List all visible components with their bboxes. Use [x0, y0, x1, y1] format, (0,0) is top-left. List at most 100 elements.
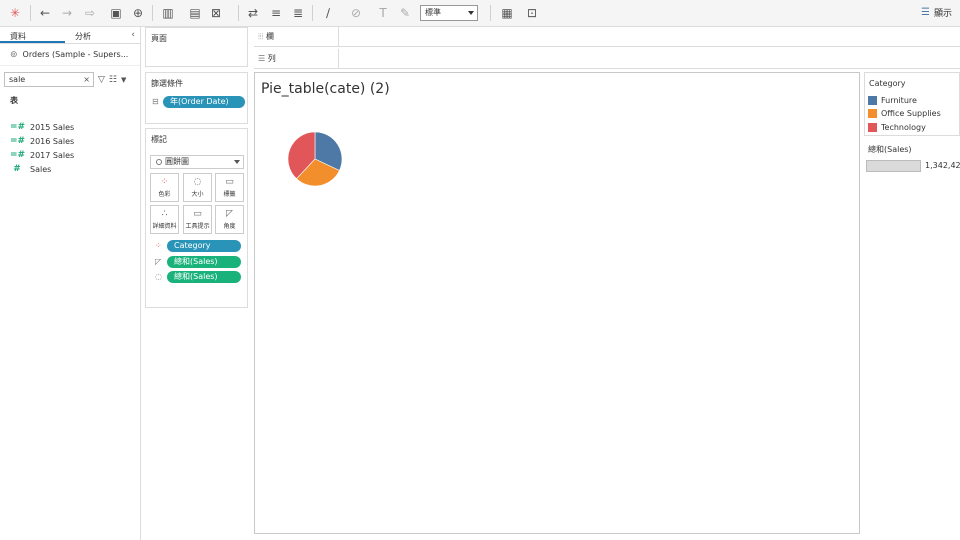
section-label: 表 — [10, 96, 18, 105]
legend-item[interactable]: Furniture — [868, 96, 917, 105]
legend-item[interactable]: Technology — [868, 123, 926, 132]
toolbar-separator — [30, 5, 31, 21]
group-icon[interactable]: ⊘ — [348, 5, 364, 21]
clear-sheet-icon[interactable]: ⊠ — [208, 5, 224, 21]
filter-pill-order-date[interactable]: 年(Order Date) — [163, 96, 245, 108]
pie-chart[interactable] — [287, 131, 343, 187]
clear-icon[interactable]: × — [83, 73, 90, 86]
label-icon[interactable]: T — [375, 5, 391, 21]
size-button[interactable]: ◌ 大小 — [183, 173, 212, 202]
field-item[interactable]: =# 2017 Sales — [10, 148, 74, 162]
fix-axes-icon[interactable]: ✎ — [397, 5, 413, 21]
columns-label: 欄 — [265, 32, 274, 41]
save-icon[interactable]: ▣ — [108, 5, 124, 21]
mark-type-value: 圓餅圖 — [165, 157, 189, 166]
sort-descending-icon[interactable]: ≣ — [290, 5, 306, 21]
tooltip-icon: ▭ — [193, 209, 202, 219]
angle-button-label: 角度 — [223, 223, 236, 230]
pie-mark-icon — [156, 159, 162, 165]
undo-icon[interactable]: ← — [37, 5, 53, 21]
presentation-icon[interactable]: ⊡ — [524, 5, 540, 21]
pill-sum-sales-angle[interactable]: 總和(Sales) — [167, 256, 241, 268]
field-list: =# 2015 Sales =# 2016 Sales =# 2017 Sale… — [10, 120, 74, 176]
marks-card: 標記 圓餅圖 ⁘ 色彩 ◌ 大小 ▭ 標籤 ∴ 詳細資料 ▭ 工具提示 ◸ 角度… — [145, 128, 248, 308]
field-label: 2016 Sales — [30, 136, 75, 146]
field-label: Sales — [30, 164, 52, 174]
pill-category[interactable]: Category — [167, 240, 241, 252]
angle-encoding-icon: ◸ — [155, 257, 162, 266]
sort-ascending-icon[interactable]: ≡ — [268, 5, 284, 21]
legend-item-label: Technology — [881, 123, 926, 132]
tab-data[interactable]: 資料 — [0, 27, 65, 43]
label-button[interactable]: ▭ 標籤 — [215, 173, 244, 202]
size-legend-bar — [866, 160, 921, 172]
color-encoding-icon: ⁘ — [155, 241, 162, 250]
new-datasource-icon[interactable]: ⊕ — [130, 5, 146, 21]
chevron-down-icon[interactable]: ▼ — [121, 76, 126, 84]
size-icon: ◌ — [193, 177, 202, 187]
duplicate-icon[interactable]: ▤ — [187, 5, 203, 21]
filters-card[interactable]: 篩選條件 ⊟ 年(Order Date) — [145, 72, 248, 124]
field-label: 2017 Sales — [30, 150, 75, 160]
color-button[interactable]: ⁘ 色彩 — [150, 173, 179, 202]
legend-swatch — [868, 123, 877, 132]
datasource-label: Orders (Sample - Supers... — [22, 50, 129, 59]
highlight-icon[interactable]: ∕ — [320, 5, 336, 21]
detail-icon: ∴ — [161, 209, 168, 219]
size-legend-title: 總和(Sales) — [868, 145, 912, 154]
color-legend: Category Furniture Office Supplies Techn… — [864, 72, 960, 136]
angle-button[interactable]: ◸ 角度 — [215, 205, 244, 234]
color-legend-title: Category — [869, 79, 906, 88]
size-legend-value: 1,342,42 — [925, 161, 960, 170]
legend-swatch — [868, 109, 877, 118]
tooltip-button[interactable]: ▭ 工具提示 — [183, 205, 212, 234]
show-me-icon: ☰ — [921, 7, 930, 18]
measure-icon: =# — [10, 122, 26, 132]
fit-select[interactable]: 標準 — [420, 5, 478, 21]
legend-item-label: Furniture — [881, 96, 917, 105]
datasource-item[interactable]: ⊚ Orders (Sample - Supers... — [0, 44, 140, 66]
pane-tabs: 資料 分析 ‹ — [0, 27, 140, 44]
field-item[interactable]: # Sales — [10, 162, 74, 176]
swap-icon[interactable]: ⇄ — [245, 5, 261, 21]
chevron-down-icon — [234, 160, 240, 164]
shelf-divider — [338, 27, 339, 47]
size-legend: 總和(Sales) 1,342,42 — [864, 138, 960, 176]
search-row: sale × ▽ ☷ ▼ — [4, 72, 126, 87]
measure-icon: =# — [10, 150, 26, 160]
pages-card-title: 頁面 — [151, 34, 167, 43]
search-input[interactable]: sale × — [4, 72, 94, 87]
redo-icon[interactable]: → — [59, 5, 75, 21]
new-worksheet-icon[interactable]: ▥ — [160, 5, 176, 21]
legend-item[interactable]: Office Supplies — [868, 109, 941, 118]
worksheet-view[interactable]: Pie_table(cate) (2) — [254, 72, 860, 534]
show-me-button[interactable]: ☰ 顯示 — [921, 6, 952, 19]
field-item[interactable]: =# 2015 Sales — [10, 120, 74, 134]
pill-sum-sales-size[interactable]: 總和(Sales) — [167, 271, 241, 283]
detail-button-label: 詳細資料 — [152, 223, 177, 230]
pages-card[interactable]: 頁面 — [145, 27, 248, 67]
collapse-pane-icon[interactable]: ‹ — [131, 30, 135, 40]
tab-analytics[interactable]: 分析 — [65, 27, 130, 43]
view-list-icon[interactable]: ☷ — [109, 75, 117, 85]
size-button-label: 大小 — [191, 191, 204, 198]
mark-type-select[interactable]: 圓餅圖 — [150, 155, 244, 169]
rows-shelf-label: ☰ 列 — [258, 53, 338, 64]
marks-card-title: 標記 — [151, 135, 167, 144]
filter-icon[interactable]: ▽ — [98, 75, 105, 85]
field-item[interactable]: =# 2016 Sales — [10, 134, 74, 148]
toolbar-separator — [152, 5, 153, 21]
field-label: 2015 Sales — [30, 122, 75, 132]
replay-icon[interactable]: ⇨ — [80, 5, 100, 21]
toolbar: ✳ ← → ⇨ ▣ ⊕ ▥ ▤ ⊠ ⇄ ≡ ≣ ∕ ⊘ T ✎ 標準 ▦ ⊡ ☰… — [0, 0, 960, 27]
columns-shelf[interactable]: ⦙⦙⦙ 欄 — [254, 27, 960, 47]
shelf-divider — [338, 49, 339, 69]
rows-shelf[interactable]: ☰ 列 — [254, 49, 960, 69]
show-cards-icon[interactable]: ▦ — [497, 5, 517, 21]
date-icon: ⊟ — [152, 97, 159, 106]
detail-button[interactable]: ∴ 詳細資料 — [150, 205, 179, 234]
search-value: sale — [9, 75, 26, 84]
tableau-logo-icon[interactable]: ✳ — [7, 5, 23, 21]
legend-item-label: Office Supplies — [881, 109, 941, 118]
datasource-icon: ⊚ — [10, 49, 18, 60]
